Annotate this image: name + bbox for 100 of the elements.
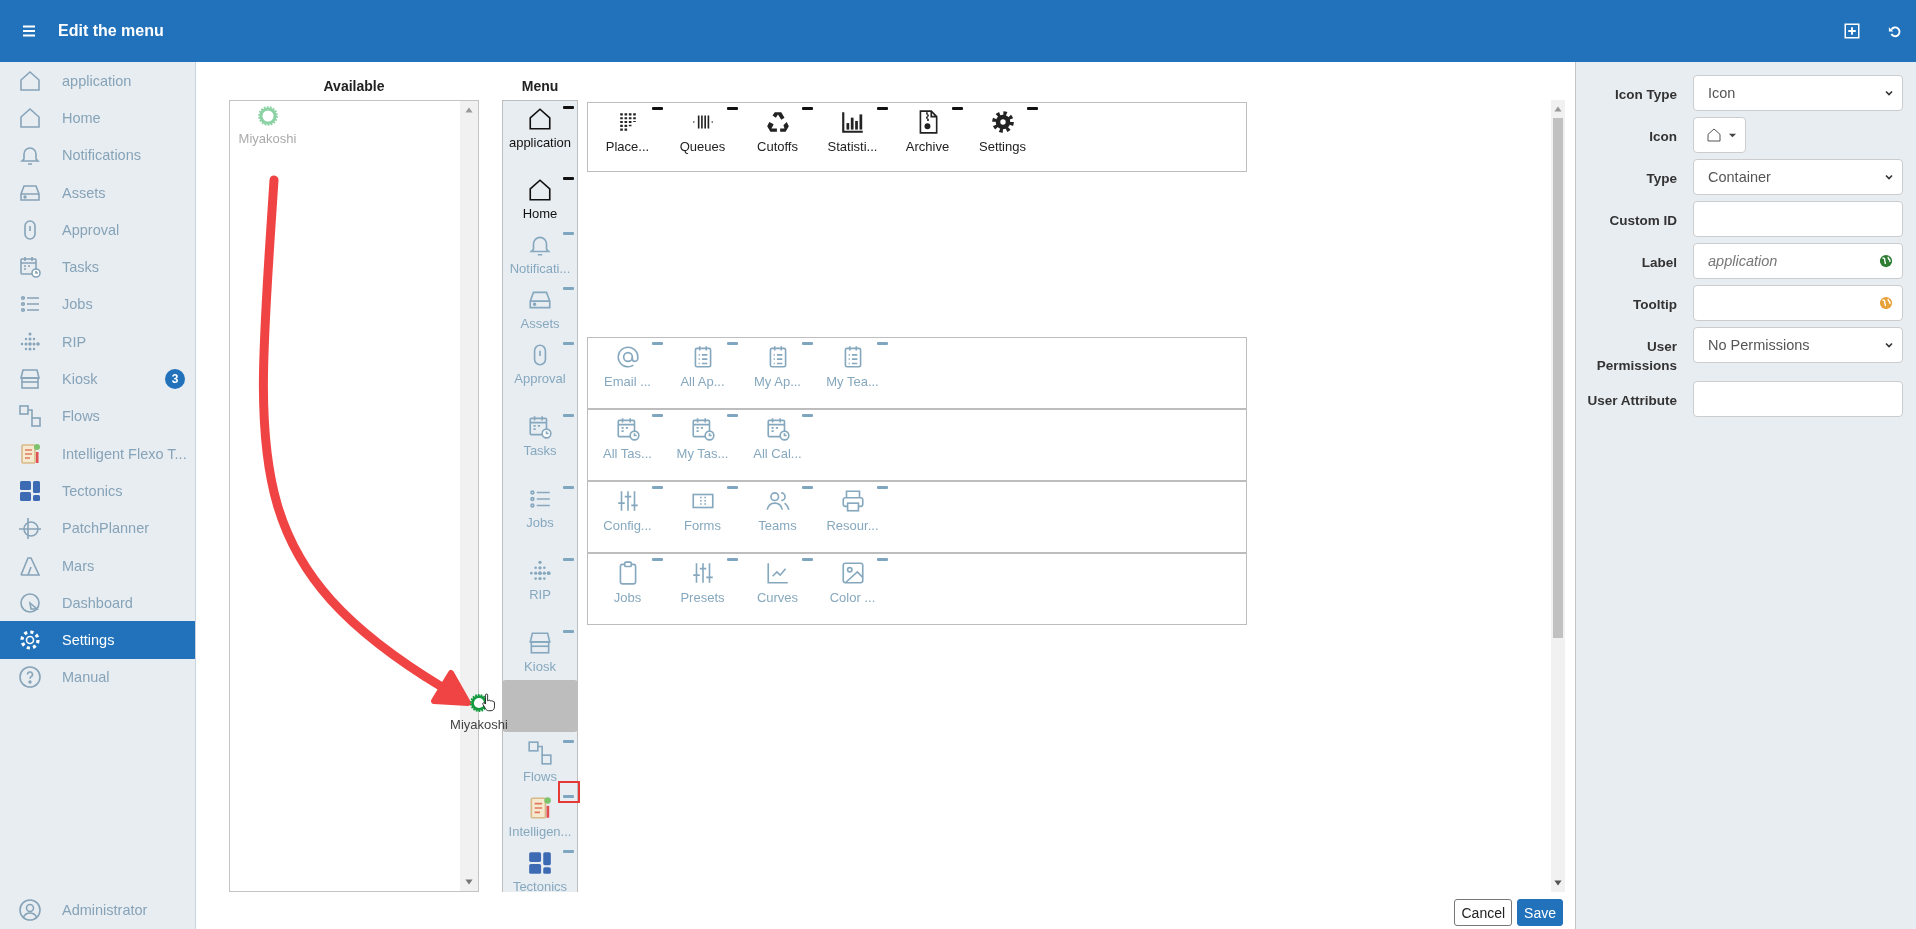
remove-button[interactable] xyxy=(652,342,663,345)
sidebar-item[interactable]: Dashboard xyxy=(0,584,195,622)
remove-button[interactable] xyxy=(802,414,813,417)
menu-item[interactable]: All Tas... xyxy=(590,414,665,461)
remove-button[interactable] xyxy=(877,486,888,489)
menu-item[interactable]: All Ap... xyxy=(665,342,740,389)
remove-button[interactable] xyxy=(1027,107,1038,110)
menu-item[interactable]: Notificati... xyxy=(502,227,578,282)
menu-item[interactable]: Teams xyxy=(740,486,815,533)
menu-item[interactable]: Intelligen... xyxy=(502,790,578,845)
remove-button[interactable] xyxy=(563,558,574,561)
remove-button[interactable] xyxy=(802,558,813,561)
sidebar-item[interactable]: RIP xyxy=(0,323,195,361)
scroll-thumb[interactable] xyxy=(1553,118,1563,638)
sidebar-item[interactable]: Notifications xyxy=(0,136,195,174)
menu-item[interactable]: Assets xyxy=(502,282,578,337)
remove-button[interactable] xyxy=(563,287,574,290)
menu-item[interactable]: Statisti... xyxy=(815,107,890,154)
remove-button[interactable] xyxy=(652,486,663,489)
menu-item[interactable]: RIP xyxy=(502,553,578,625)
sidebar-item[interactable]: Jobs xyxy=(0,285,195,324)
sidebar-item[interactable]: Tasks xyxy=(0,248,195,286)
scrollbar[interactable] xyxy=(1551,100,1565,892)
available-item[interactable]: Miyakoshi xyxy=(230,104,305,146)
icon-picker[interactable] xyxy=(1693,117,1746,153)
remove-button[interactable] xyxy=(652,558,663,561)
remove-button[interactable] xyxy=(727,558,738,561)
sidebar-item[interactable]: Kiosk 3 xyxy=(0,360,195,398)
sidebar-item[interactable]: PatchPlanner xyxy=(0,509,195,547)
input-field[interactable] xyxy=(1693,285,1903,321)
remove-button[interactable] xyxy=(877,107,888,110)
globe-icon[interactable] xyxy=(1879,254,1893,268)
remove-button[interactable] xyxy=(802,342,813,345)
user-item[interactable]: Administrator xyxy=(0,891,195,929)
sidebar-item[interactable]: Assets xyxy=(0,173,195,212)
cancel-button[interactable]: Cancel xyxy=(1454,899,1513,926)
remove-button[interactable] xyxy=(563,850,574,853)
sidebar-item[interactable]: Mars xyxy=(0,546,195,585)
menu-item[interactable]: My Tea... xyxy=(815,342,890,389)
remove-button[interactable] xyxy=(727,107,738,110)
select-field[interactable]: Icon xyxy=(1693,75,1903,111)
sidebar-item[interactable]: application xyxy=(0,62,195,100)
remove-button[interactable] xyxy=(563,486,574,489)
remove-button[interactable] xyxy=(563,795,574,798)
menu-item[interactable]: Queues xyxy=(665,107,740,154)
sidebar-item[interactable]: Intelligent Flexo T... xyxy=(0,434,195,473)
remove-button[interactable] xyxy=(563,232,574,235)
menu-item[interactable]: application xyxy=(502,100,578,172)
remove-button[interactable] xyxy=(652,107,663,110)
sidebar-item[interactable]: Tectonics xyxy=(0,472,195,510)
input-field[interactable] xyxy=(1693,201,1903,237)
menu-item[interactable]: Tasks xyxy=(502,409,578,481)
remove-button[interactable] xyxy=(877,558,888,561)
remove-button[interactable] xyxy=(877,342,888,345)
menu-item[interactable]: Cutoffs xyxy=(740,107,815,154)
sidebar-item[interactable]: Flows xyxy=(0,397,195,435)
select-field[interactable]: Container xyxy=(1693,159,1903,195)
remove-button[interactable] xyxy=(563,177,574,180)
add-icon[interactable] xyxy=(1843,22,1861,40)
menu-item[interactable]: Jobs xyxy=(590,558,665,605)
menu-item[interactable]: Presets xyxy=(665,558,740,605)
menu-item[interactable]: My Ap... xyxy=(740,342,815,389)
menu-item[interactable]: Settings xyxy=(965,107,1040,154)
sidebar-item[interactable]: Settings xyxy=(0,621,195,659)
remove-button[interactable] xyxy=(727,414,738,417)
remove-button[interactable] xyxy=(652,414,663,417)
menu-item[interactable]: Approval xyxy=(502,337,578,409)
menu-item[interactable]: Jobs xyxy=(502,481,578,553)
menu-item[interactable]: Kiosk xyxy=(502,625,578,680)
save-button[interactable]: Save xyxy=(1517,899,1563,926)
select-field[interactable]: No Permissions xyxy=(1693,327,1903,363)
menu-item[interactable]: Curves xyxy=(740,558,815,605)
menu-item[interactable]: Color ... xyxy=(815,558,890,605)
menu-item[interactable]: Config... xyxy=(590,486,665,533)
menu-item[interactable]: Home xyxy=(502,172,578,227)
remove-button[interactable] xyxy=(802,107,813,110)
sidebar-item[interactable]: Home xyxy=(0,99,195,137)
remove-button[interactable] xyxy=(727,342,738,345)
remove-button[interactable] xyxy=(563,342,574,345)
menu-item[interactable]: Place... xyxy=(590,107,665,154)
remove-button[interactable] xyxy=(563,414,574,417)
menu-item[interactable]: Forms xyxy=(665,486,740,533)
globe-icon[interactable] xyxy=(1879,296,1893,310)
menu-item[interactable]: Flows xyxy=(502,735,578,790)
menu-item[interactable]: All Cal... xyxy=(740,414,815,461)
input-field[interactable] xyxy=(1693,381,1903,417)
menu-item[interactable]: Resour... xyxy=(815,486,890,533)
remove-button[interactable] xyxy=(952,107,963,110)
sidebar-item[interactable]: Manual xyxy=(0,658,195,697)
input-field[interactable]: application xyxy=(1693,243,1903,279)
menu-item[interactable]: My Tas... xyxy=(665,414,740,461)
remove-button[interactable] xyxy=(802,486,813,489)
remove-button[interactable] xyxy=(563,630,574,633)
sidebar-item[interactable]: Approval xyxy=(0,211,195,249)
menu-item[interactable]: Archive xyxy=(890,107,965,154)
menu-item[interactable]: Tectonics xyxy=(502,845,578,892)
menu-item[interactable]: Email ... xyxy=(590,342,665,389)
remove-button[interactable] xyxy=(727,486,738,489)
remove-button[interactable] xyxy=(563,740,574,743)
remove-button[interactable] xyxy=(563,106,574,109)
